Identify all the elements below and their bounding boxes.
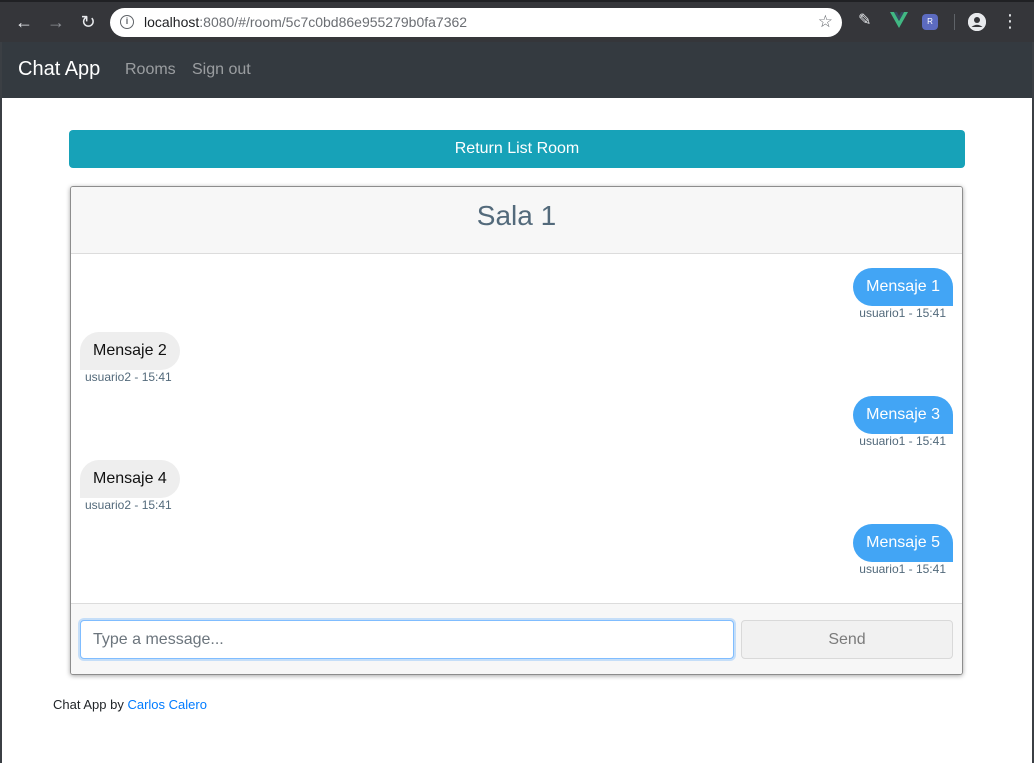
- toolbar-separator: [954, 14, 955, 30]
- page-footer: Chat App by Carlos Calero: [53, 697, 207, 712]
- brand-link[interactable]: Chat App: [18, 58, 100, 81]
- message-bubble-own: Mensaje 1: [853, 268, 953, 306]
- redux-devtools-icon[interactable]: R: [922, 14, 938, 30]
- address-bar[interactable]: i localhost:8080/#/room/5c7c0bd86e955279…: [110, 8, 842, 37]
- footer-prefix: Chat App by: [53, 697, 124, 712]
- page-frame: [0, 42, 2, 763]
- author-link[interactable]: Carlos Calero: [127, 697, 206, 712]
- message-bubble-other: Mensaje 4: [80, 460, 180, 498]
- message-meta: usuario2 - 15:41: [85, 498, 172, 512]
- vue-devtools-icon[interactable]: [890, 12, 908, 30]
- return-list-room-button[interactable]: Return List Room: [69, 130, 965, 168]
- reload-icon[interactable]: ↻: [76, 10, 100, 34]
- forward-arrow-icon[interactable]: →: [44, 10, 68, 34]
- app-navbar: Chat App Rooms Sign out: [2, 42, 1032, 98]
- message-bubble-own: Mensaje 5: [853, 524, 953, 562]
- chat-card: Sala 1 Mensaje 1 usuario1 - 15:41 Mensaj…: [70, 186, 963, 675]
- send-button[interactable]: Send: [741, 620, 953, 659]
- info-icon[interactable]: i: [120, 15, 134, 29]
- url-path: :8080/#/room/5c7c0bd86e955279b0fa7362: [199, 14, 468, 30]
- message-meta: usuario1 - 15:41: [859, 562, 946, 576]
- message-bubble-own: Mensaje 3: [853, 396, 953, 434]
- gnome-extension-icon[interactable]: ✎: [858, 12, 876, 30]
- account-icon[interactable]: [968, 13, 986, 31]
- url-text[interactable]: localhost:8080/#/room/5c7c0bd86e955279b0…: [144, 14, 467, 30]
- message-meta: usuario1 - 15:41: [859, 434, 946, 448]
- browser-tab-strip: [0, 0, 1034, 2]
- message-meta: usuario2 - 15:41: [85, 370, 172, 384]
- message-bubble-other: Mensaje 2: [80, 332, 180, 370]
- nav-sign-out-link[interactable]: Sign out: [192, 61, 251, 79]
- url-host: localhost: [144, 14, 200, 30]
- message-meta: usuario1 - 15:41: [859, 306, 946, 320]
- back-arrow-icon[interactable]: ←: [12, 10, 36, 34]
- browser-toolbar: ← → ↻ i localhost:8080/#/room/5c7c0bd86e…: [0, 0, 1034, 42]
- message-input[interactable]: [80, 620, 734, 659]
- message-composer: Send: [71, 603, 962, 674]
- nav-rooms-link[interactable]: Rooms: [125, 61, 176, 79]
- chat-header: Sala 1: [71, 187, 962, 254]
- menu-dots-icon[interactable]: ⋮: [1001, 12, 1019, 30]
- room-title: Sala 1: [476, 200, 557, 231]
- star-icon[interactable]: ☆: [818, 12, 833, 32]
- message-list[interactable]: Mensaje 1 usuario1 - 15:41 Mensaje 2 usu…: [71, 254, 962, 603]
